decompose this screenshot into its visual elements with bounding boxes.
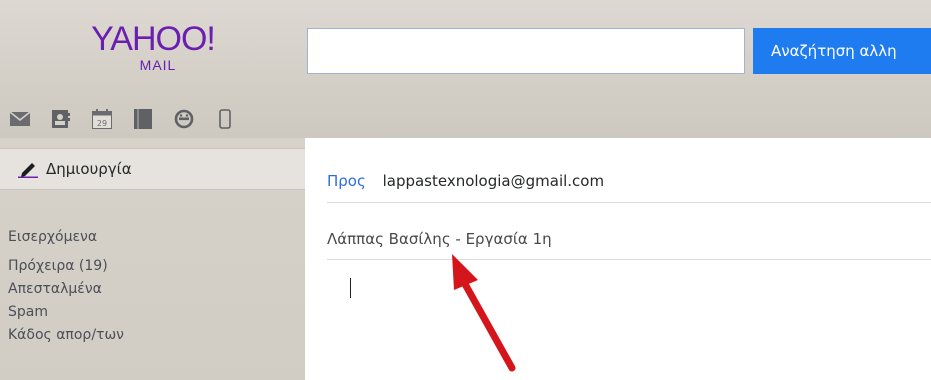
messenger-icon[interactable] [174, 109, 194, 129]
app-switcher: 29 [10, 107, 235, 131]
folder-spam[interactable]: Spam [8, 301, 124, 324]
search-button[interactable]: Αναζήτηση αλλη [753, 28, 931, 74]
pencil-icon [18, 160, 38, 178]
folder-sent[interactable]: Απεσταλμένα [8, 278, 124, 301]
calendar-icon[interactable]: 29 [92, 109, 112, 129]
calendar-day: 29 [97, 119, 107, 128]
mobile-icon[interactable] [215, 109, 235, 129]
folder-inbox[interactable]: Εισερχόμενα [8, 226, 124, 249]
notepad-icon[interactable] [133, 109, 153, 129]
search-input[interactable] [307, 28, 745, 74]
folder-list: Εισερχόμενα Πρόχειρα (19) Απεσταλμένα Sp… [8, 226, 124, 347]
contacts-icon[interactable] [51, 109, 71, 129]
logo-brand: YAHOO! [91, 20, 216, 58]
yahoo-mail-logo[interactable]: YAHOO! MAIL [78, 22, 228, 72]
to-recipient[interactable]: lappastexnologia@gmail.com [383, 172, 605, 190]
annotation-arrow-icon [452, 254, 516, 372]
compose-button[interactable]: Δημιουργία [0, 148, 305, 190]
subject-field[interactable]: Λάππας Βασίλης - Εργασία 1η [327, 222, 931, 260]
compose-pane: Προς lappastexnologia@gmail.com Λάππας Β… [305, 138, 931, 380]
to-label[interactable]: Προς [327, 172, 366, 190]
sidebar: Δημιουργία Εισερχόμενα Πρόχειρα (19) Απε… [0, 138, 305, 380]
text-cursor [350, 278, 351, 298]
compose-label: Δημιουργία [46, 160, 132, 178]
header: YAHOO! MAIL Αναζήτηση αλλη 29 [0, 0, 931, 138]
folder-drafts[interactable]: Πρόχειρα (19) [8, 255, 124, 278]
mail-icon[interactable] [10, 109, 30, 129]
logo-sub: MAIL [139, 57, 177, 73]
to-field[interactable]: Προς lappastexnologia@gmail.com [327, 166, 931, 203]
folder-trash[interactable]: Κάδος απορ/των [8, 324, 124, 347]
